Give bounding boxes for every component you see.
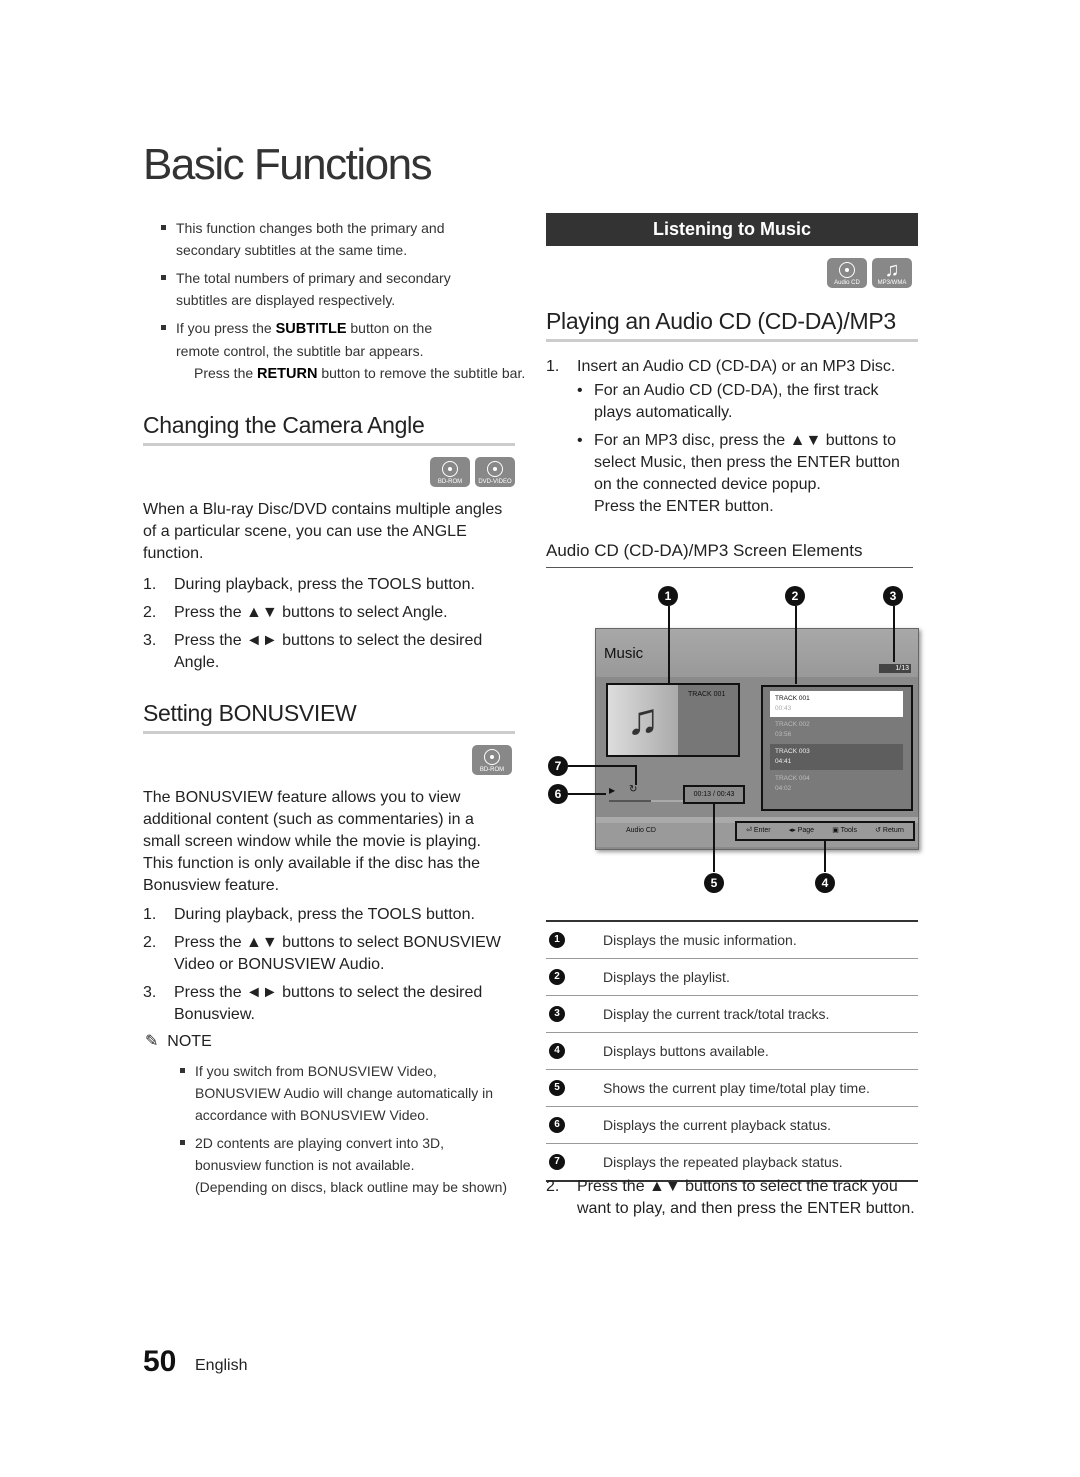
dvd-video-icon: DVD-VIDEO: [475, 457, 515, 487]
disc-icons: BD-ROM: [472, 745, 512, 775]
music-screen: Music 1/13 ♫ TRACK 001 TRACK 001 00:43 TR…: [595, 628, 919, 850]
disc-icons: BD-ROM DVD-VIDEO: [430, 457, 515, 487]
tools-button[interactable]: ▣ Tools: [832, 823, 857, 839]
callout-5: 5: [704, 873, 724, 893]
playlist-item[interactable]: TRACK 003 04:41: [775, 747, 810, 767]
leader-line: [795, 606, 797, 684]
playing-heading: Playing an Audio CD (CD-DA)/MP3: [546, 308, 896, 334]
step-2: 2. Press the ▲▼ buttons to select the tra…: [546, 1178, 915, 1217]
leader-line: [668, 606, 670, 684]
callout-1: 1: [658, 586, 678, 606]
language-label: English: [195, 1357, 248, 1374]
bonusview-heading: Setting BONUSVIEW: [143, 700, 357, 726]
callout-7: 7: [548, 756, 568, 776]
divider: [143, 443, 515, 446]
screen-title: Music: [604, 645, 644, 662]
source-label: Audio CD: [626, 827, 656, 834]
element-row: 3 Display the current track/total tracks.: [546, 995, 918, 1033]
callout-badge: 6: [549, 1117, 565, 1133]
element-row: 2 Displays the playlist.: [546, 958, 918, 996]
callout-3: 3: [883, 586, 903, 606]
note-label: ✎ NOTE: [145, 1033, 212, 1050]
pencil-icon: ✎: [145, 1033, 159, 1050]
note-text: This function changes both the primary a…: [176, 220, 445, 258]
track-count: 1/13: [879, 664, 911, 673]
callout-2: 2: [785, 586, 805, 606]
music-info: ♫ TRACK 001: [606, 683, 740, 757]
divider: [143, 731, 515, 734]
keyword: SUBTITLE: [275, 321, 347, 337]
callout-badge: 4: [549, 1043, 565, 1059]
music-note-icon: ♫: [608, 685, 678, 755]
leader-line: [713, 802, 715, 872]
element-description: Displays the music information.: [602, 921, 918, 959]
manual-page: Basic Functions This function changes bo…: [0, 0, 1080, 1477]
format-icons: Audio CD ♫ MP3/WMA: [827, 258, 912, 288]
return-button[interactable]: ↺ Return: [875, 823, 904, 839]
bd-rom-icon: BD-ROM: [472, 745, 512, 775]
element-row: 4 Displays buttons available.: [546, 1032, 918, 1070]
camera-intro: When a Blu-ray Disc/DVD contains multipl…: [143, 501, 503, 562]
divider: [546, 567, 913, 568]
leader-line: [635, 765, 637, 785]
bonusview-notes: If you switch from BONUSVIEW Video, BONU…: [180, 1060, 510, 1198]
element-row: 1 Displays the music information.: [546, 921, 918, 959]
music-note-icon: ♫ MP3/WMA: [872, 258, 912, 288]
playing-steps: 1. Insert an Audio CD (CD-DA) or an MP3 D…: [546, 358, 900, 515]
play-status-icon: ▶: [609, 786, 616, 795]
leader-line: [824, 840, 826, 872]
page-number: 50: [143, 1345, 177, 1378]
element-row: 6 Displays the current playback status.: [546, 1106, 918, 1144]
element-description: Displays the current playback status.: [602, 1106, 918, 1144]
camera-steps: 1. During playback, press the TOOLS butto…: [143, 576, 483, 671]
callout-badge: 3: [549, 1006, 565, 1022]
note-text: The total numbers of primary and seconda…: [176, 270, 451, 308]
enter-button[interactable]: ⏎ Enter: [746, 823, 771, 839]
element-description: Display the current track/total tracks.: [602, 995, 918, 1033]
playlist-item[interactable]: TRACK 004 04:02: [775, 774, 810, 794]
playlist-item[interactable]: TRACK 001 00:43: [775, 694, 810, 714]
element-description: Shows the current play time/total play t…: [602, 1069, 918, 1107]
leader-line: [893, 606, 895, 662]
playlist-item[interactable]: TRACK 002 03:56: [775, 720, 810, 740]
playlist: TRACK 001 00:43 TRACK 002 03:56 TRACK 003 0…: [761, 685, 913, 811]
callout-4: 4: [815, 873, 835, 893]
element-description: Displays buttons available.: [602, 1032, 918, 1070]
element-description: Displays the playlist.: [602, 958, 918, 996]
leader-line: [568, 765, 636, 767]
bd-rom-icon: BD-ROM: [430, 457, 470, 487]
element-row: 5 Shows the current play time/total play …: [546, 1069, 918, 1107]
page-title: Basic Functions: [143, 140, 433, 189]
camera-heading: Changing the Camera Angle: [143, 412, 425, 438]
callout-badge: 5: [549, 1080, 565, 1096]
button-hints: ⏎ Enter ◂▸ Page ▣ Tools ↺ Return: [735, 821, 915, 841]
screen-elements-heading: Audio CD (CD-DA)/MP3 Screen Elements: [546, 541, 863, 560]
leader-line: [568, 793, 606, 795]
repeat-icon: ↻: [629, 784, 638, 795]
screen-elements-table: 1 Displays the music information. 2 Display…: [546, 920, 918, 1182]
divider: [546, 339, 918, 342]
callout-badge: 7: [549, 1154, 565, 1170]
return-note: Press the RETURN button to remove the su…: [194, 365, 526, 382]
bonusview-steps: 1. During playback, press the TOOLS butto…: [143, 906, 501, 1023]
screen-header: [596, 629, 918, 677]
bonusview-intro: The BONUSVIEW feature allows you to view…: [143, 789, 481, 894]
page-button[interactable]: ◂▸ Page: [789, 823, 814, 839]
callout-6: 6: [548, 784, 568, 804]
callout-badge: 1: [549, 932, 565, 948]
current-track: TRACK 001: [688, 691, 726, 698]
callout-badge: 2: [549, 969, 565, 985]
audio-cd-icon: Audio CD: [827, 258, 867, 288]
section-banner: Listening to Music: [546, 213, 918, 246]
note-text: If you press the: [176, 320, 276, 336]
subtitle-notes: This function changes both the primary a…: [161, 217, 526, 385]
